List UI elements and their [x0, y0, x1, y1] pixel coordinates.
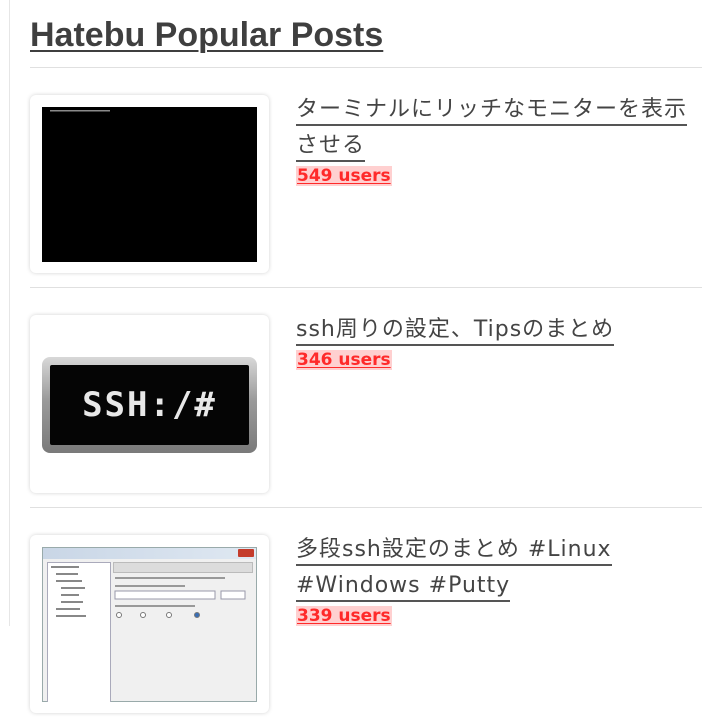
putty-window-graphic	[42, 547, 257, 702]
post-text: 多段ssh設定のまとめ #Linux #Windows #Putty 339 u…	[296, 532, 696, 626]
widget-title: Hatebu Popular Posts	[30, 0, 702, 68]
putty-thumbnail-image[interactable]	[42, 547, 257, 702]
post-text: ssh周りの設定、Tipsのまとめ 346 users	[296, 312, 696, 370]
post-text: ターミナルにリッチなモニターを表示させる 549 users	[296, 92, 696, 186]
putty-settings-panel	[113, 562, 253, 702]
post-title-link[interactable]: ターミナルにリッチなモニターを表示させる	[296, 97, 688, 162]
ssh-monitor-frame: SSH:/#	[42, 357, 257, 453]
post-item: 多段ssh設定のまとめ #Linux #Windows #Putty 339 u…	[30, 508, 702, 728]
tree-lines-icon	[51, 566, 86, 617]
post-title-link[interactable]: 多段ssh設定のまとめ #Linux #Windows #Putty	[296, 537, 612, 602]
bookmark-users-count[interactable]: 549 users	[296, 166, 392, 186]
post-thumbnail-card[interactable]	[30, 95, 269, 273]
ssh-monitor-screen: SSH:/#	[50, 365, 249, 445]
putty-titlebar	[43, 548, 256, 559]
post-item: SSH:/# ssh周りの設定、Tipsのまとめ 346 users	[30, 288, 702, 508]
ssh-thumbnail-image[interactable]: SSH:/#	[42, 327, 257, 482]
sidebar-edge	[0, 0, 10, 626]
bookmark-users-count[interactable]: 346 users	[296, 350, 392, 370]
terminal-text-line-icon	[50, 110, 110, 112]
terminal-thumbnail-image[interactable]	[42, 107, 257, 262]
ssh-logo-text: SSH:/#	[82, 385, 217, 425]
putty-form-lines-icon	[114, 577, 246, 618]
bookmark-users-count[interactable]: 339 users	[296, 606, 392, 626]
post-thumbnail-card[interactable]: SSH:/#	[30, 315, 269, 493]
terminal-status-line	[42, 107, 257, 115]
putty-panel-header	[113, 562, 253, 573]
putty-category-tree	[47, 562, 111, 702]
post-item: ターミナルにリッチなモニターを表示させる 549 users	[30, 68, 702, 288]
post-thumbnail-card[interactable]	[30, 535, 269, 713]
post-title-link[interactable]: ssh周りの設定、Tipsのまとめ	[296, 317, 615, 346]
window-close-icon	[238, 549, 254, 557]
hatebu-popular-widget: Hatebu Popular Posts ターミナルにリッチなモニターを表示させ…	[30, 0, 702, 728]
